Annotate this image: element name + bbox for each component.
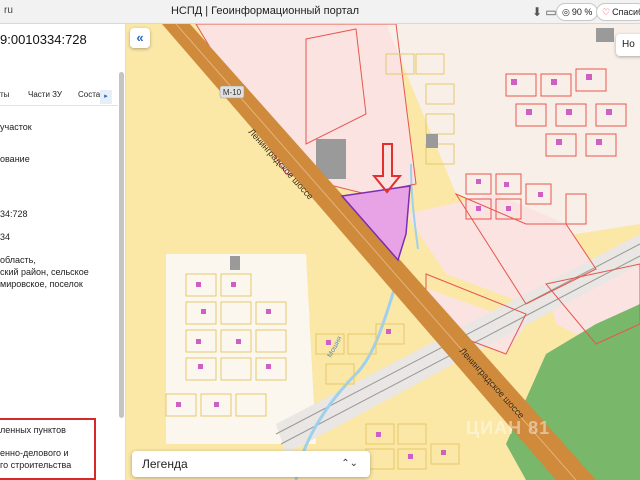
legend-label: Легенда <box>142 457 188 471</box>
permitted-use-line: го строительства <box>0 460 72 470</box>
map-view[interactable]: Ленинградское шоссе Ленинградское шоссе … <box>126 24 640 480</box>
info-line: 34 <box>0 232 11 242</box>
browser-bar: ru НСПД | Геоинформационный портал ⬇ ▭ ◎… <box>0 0 640 24</box>
tab-composition[interactable]: Соста <box>78 90 100 99</box>
road-code: М-10 <box>223 88 242 97</box>
tab-bar: ты Части ЗУ Соста ▸ <box>0 86 125 104</box>
address-line: область, <box>0 255 36 265</box>
info-line: ование <box>0 154 30 164</box>
watermark: ЦИАН 81 <box>466 418 551 438</box>
chevron-updown-icon: ⌃⌄ <box>341 458 358 469</box>
tabs-divider <box>0 105 118 106</box>
tab-objects[interactable]: ты <box>0 90 9 99</box>
thanks-label: Спасиб <box>612 7 640 17</box>
zoom-level: 90 % <box>571 7 593 17</box>
map-canvas[interactable]: Ленинградское шоссе Ленинградское шоссе … <box>126 24 640 480</box>
address-line: ский район, сельское <box>0 267 89 277</box>
legend-dropdown[interactable]: Легенда ⌃⌄ <box>132 451 370 477</box>
tab-parts[interactable]: Части ЗУ <box>28 90 62 99</box>
tab-scroll-right-icon[interactable]: ▸ <box>100 90 112 104</box>
panel-scrollbar[interactable] <box>119 72 124 418</box>
heart-icon: ♡ <box>602 7 611 17</box>
object-info-panel: 9:0010334:728 ты Части ЗУ Соста ▸ участо… <box>0 24 126 480</box>
url-fragment[interactable]: ru <box>4 5 13 16</box>
thanks-pill[interactable]: ♡Спасиб <box>596 3 640 21</box>
cadastral-number: 9:0010334:728 <box>0 32 87 47</box>
top-right-control[interactable]: Но <box>616 34 640 56</box>
address-line: мировское, поселок <box>0 279 83 289</box>
double-chevron-left-icon[interactable]: « <box>130 28 150 48</box>
zoom-icon: ◎ <box>562 7 570 17</box>
window-title: НСПД | Геоинформационный портал <box>170 5 360 17</box>
zoom-pill[interactable]: ◎ 90 % <box>556 3 599 21</box>
permitted-use-line: енно-делового и <box>0 448 69 458</box>
permitted-use-line: ленных пунктов <box>0 425 66 435</box>
info-line: 34:728 <box>0 209 28 219</box>
info-line: участок <box>0 122 32 132</box>
